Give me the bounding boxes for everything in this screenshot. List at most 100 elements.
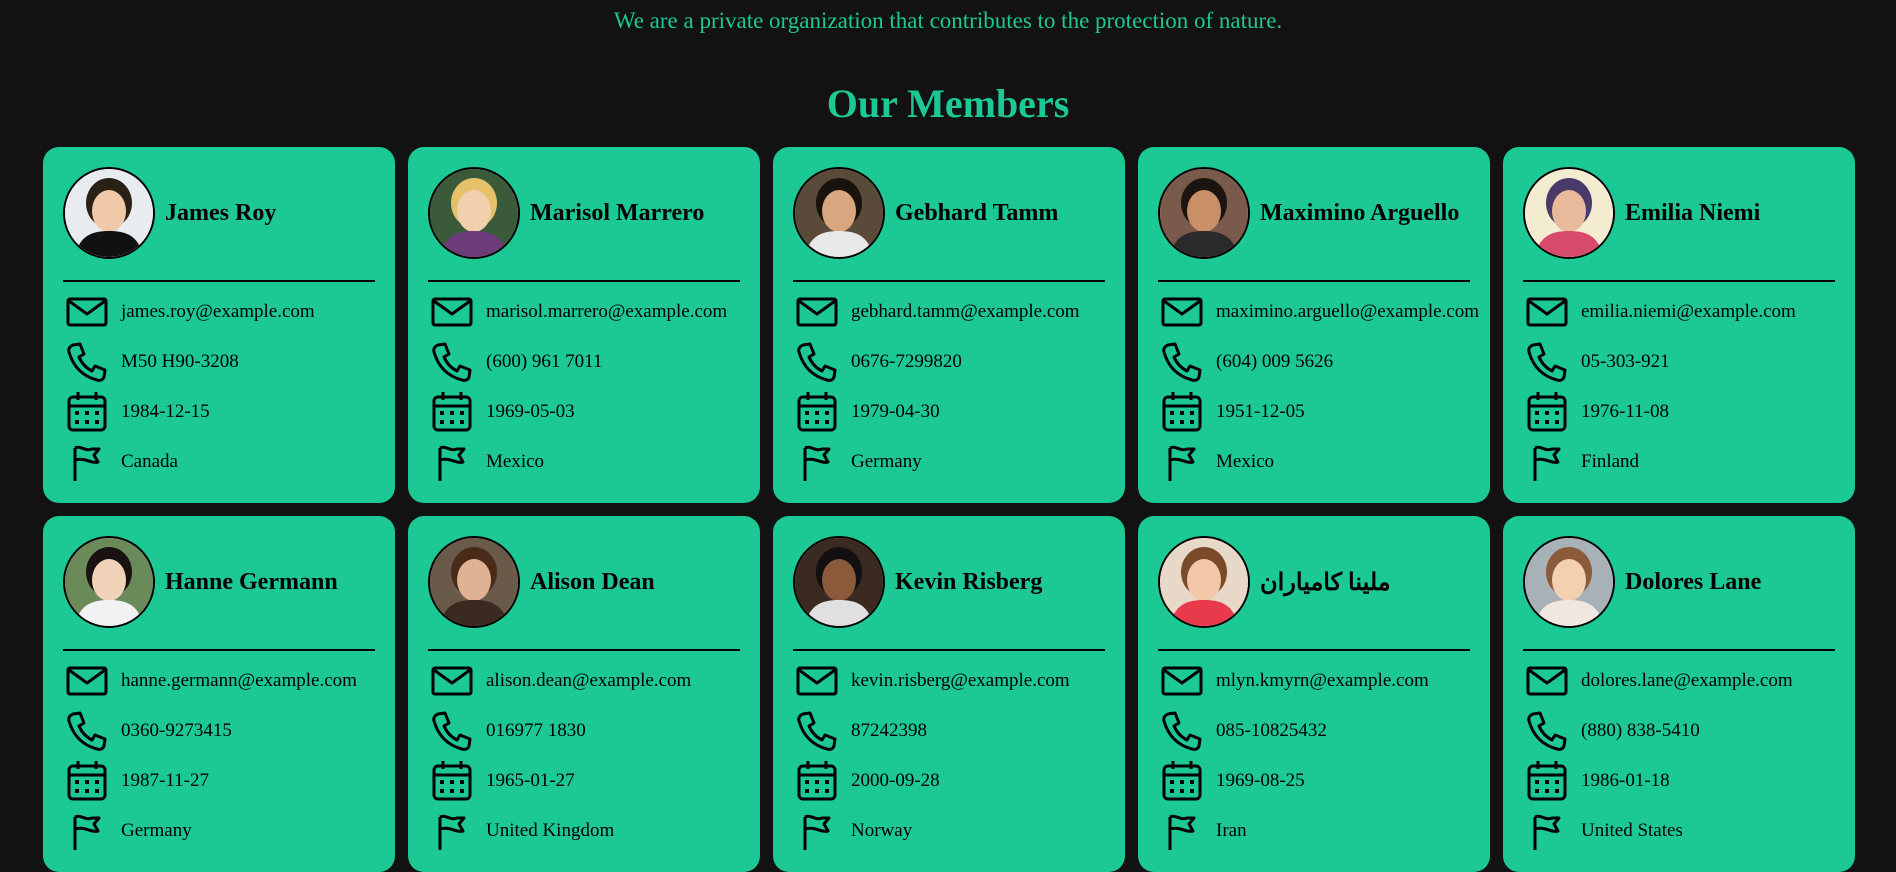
member-birthday: 1965-01-27 [486,770,575,791]
member-country: Germany [851,451,922,472]
divider [428,649,740,651]
email-row: dolores.lane@example.com [1525,656,1855,706]
calendar-icon [1525,390,1569,434]
member-phone: 0360-9273415 [121,720,232,741]
avatar [63,167,155,259]
phone-row: 05-303-921 [1525,337,1855,387]
member-card: James Roy james.roy@example.com M50 H90-… [43,147,395,503]
member-card: Hanne Germann hanne.germann@example.com … [43,516,395,872]
phone-icon [65,709,109,753]
email-row: alison.dean@example.com [430,656,760,706]
email-row: kevin.risberg@example.com [795,656,1125,706]
country-row: Germany [795,437,1125,487]
email-row: gebhard.tamm@example.com [795,287,1125,337]
member-card: Dolores Lane dolores.lane@example.com (8… [1503,516,1855,872]
country-row: Mexico [1160,437,1490,487]
phone-row: 0676-7299820 [795,337,1125,387]
mail-icon [430,290,474,334]
page-title: Our Members [826,81,1070,126]
member-card: Gebhard Tamm gebhard.tamm@example.com 06… [773,147,1125,503]
member-country: Mexico [486,451,545,472]
flag-icon [430,809,474,853]
phone-icon [1160,340,1204,384]
member-phone: (600) 961 7011 [486,351,603,372]
member-phone: 0676-7299820 [851,351,962,372]
avatar [793,536,885,628]
divider [63,280,375,282]
calendar-icon [65,759,109,803]
phone-icon [1525,709,1569,753]
phone-icon [430,340,474,384]
divider [1158,280,1470,282]
mail-icon [65,290,109,334]
member-name: James Roy [165,199,277,226]
member-name: Emilia Niemi [1625,199,1761,226]
email-row: mlyn.kmyrn@example.com [1160,656,1490,706]
mail-icon [795,659,839,703]
member-birthday: 1976-11-08 [1581,401,1669,422]
phone-icon [65,340,109,384]
member-birthday: 2000-09-28 [851,770,940,791]
avatar [1158,167,1250,259]
member-phone: M50 H90-3208 [121,351,239,372]
country-row: Canada [65,437,395,487]
birthday-row: 1986-01-18 [1525,756,1855,806]
member-email: alison.dean@example.com [486,670,692,691]
phone-row: (604) 009 5626 [1160,337,1490,387]
member-birthday: 1979-04-30 [851,401,940,422]
calendar-icon [65,390,109,434]
email-row: hanne.germann@example.com [65,656,395,706]
member-card: Emilia Niemi emilia.niemi@example.com 05… [1503,147,1855,503]
avatar [428,536,520,628]
calendar-icon [1525,759,1569,803]
member-name: Hanne Germann [165,568,338,595]
calendar-icon [1160,759,1204,803]
member-email: hanne.germann@example.com [121,670,357,691]
phone-row: 085-10825432 [1160,706,1490,756]
flag-icon [65,440,109,484]
calendar-icon [795,759,839,803]
avatar [1523,536,1615,628]
member-phone: 87242398 [851,720,927,741]
member-name: Maximino Arguello [1260,199,1460,226]
mail-icon [1160,659,1204,703]
member-birthday: 1951-12-05 [1216,401,1305,422]
country-row: Norway [795,806,1125,856]
member-country: Norway [851,820,913,841]
mail-icon [430,659,474,703]
country-row: United States [1525,806,1855,856]
country-row: Finland [1525,437,1855,487]
birthday-row: 1965-01-27 [430,756,760,806]
phone-icon [1160,709,1204,753]
country-row: United Kingdom [430,806,760,856]
member-phone: (880) 838-5410 [1581,720,1700,741]
member-country: United Kingdom [486,820,615,841]
mail-icon [1160,290,1204,334]
phone-row: (880) 838-5410 [1525,706,1855,756]
member-email: gebhard.tamm@example.com [851,301,1080,322]
member-phone: 05-303-921 [1581,351,1670,372]
member-name: Alison Dean [530,568,655,595]
birthday-row: 1951-12-05 [1160,387,1490,437]
mail-icon [65,659,109,703]
member-card: ملینا کامیاران mlyn.kmyrn@example.com 08… [1138,516,1490,872]
birthday-row: 1979-04-30 [795,387,1125,437]
birthday-row: 1976-11-08 [1525,387,1855,437]
member-email: marisol.marrero@example.com [486,301,728,322]
phone-row: 016977 1830 [430,706,760,756]
member-birthday: 1987-11-27 [121,770,209,791]
country-row: Iran [1160,806,1490,856]
members-grid: James Roy james.roy@example.com M50 H90-… [43,147,1855,872]
member-country: United States [1581,820,1683,841]
email-row: emilia.niemi@example.com [1525,287,1855,337]
flag-icon [1160,440,1204,484]
phone-row: (600) 961 7011 [430,337,760,387]
birthday-row: 1984-12-15 [65,387,395,437]
member-card: Alison Dean alison.dean@example.com 0169… [408,516,760,872]
phone-row: 87242398 [795,706,1125,756]
divider [1523,280,1835,282]
flag-icon [1525,440,1569,484]
calendar-icon [1160,390,1204,434]
member-name: Gebhard Tamm [895,199,1059,226]
calendar-icon [795,390,839,434]
